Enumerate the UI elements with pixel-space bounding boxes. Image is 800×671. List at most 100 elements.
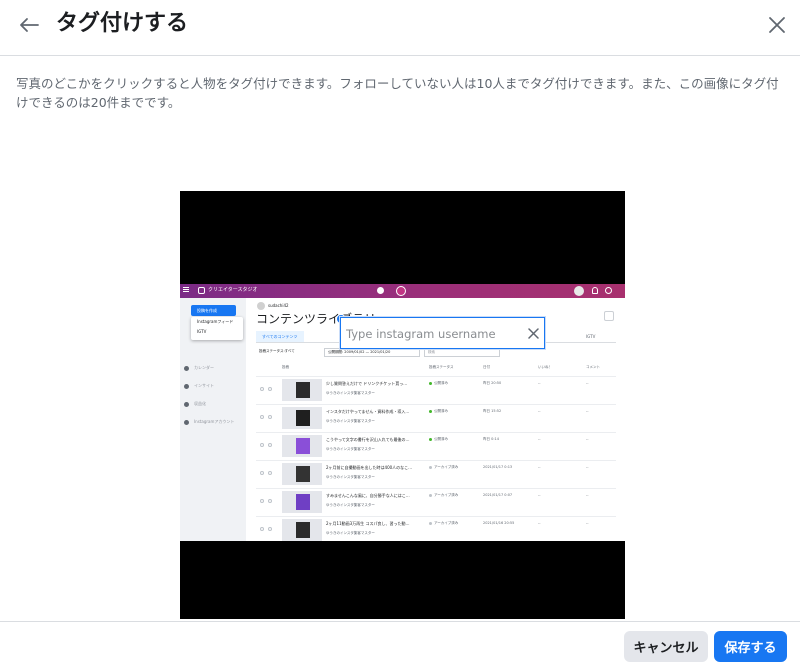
help-icon: [605, 287, 612, 294]
clear-tag-button[interactable]: [527, 327, 540, 340]
post-likes: --: [538, 465, 541, 469]
row-info-icon: [268, 415, 272, 419]
column-header: 投稿: [282, 365, 289, 369]
dialog-header: タグ付けする: [0, 0, 800, 56]
post-thumbnail: [282, 463, 322, 485]
post-comments: --: [586, 437, 589, 441]
column-header: コメント: [586, 365, 600, 369]
post-comments: --: [586, 381, 589, 385]
status-dot: [429, 381, 432, 385]
sidebar-item-calendar: カレンダー: [184, 364, 214, 372]
status-label: アーカイブ済み: [434, 465, 459, 469]
tag-photo[interactable]: クリエイタースタジオ 投稿を作成 Instagramフィード IGTV カレンダ…: [180, 191, 625, 619]
tab-igtv: IGTV: [586, 334, 596, 339]
status-label: アーカイブ済み: [434, 493, 459, 497]
refresh-icon: [604, 311, 614, 321]
date-filter: 公開期間: 2009/01/02 — 2021/01/20: [324, 348, 420, 357]
table-row: すみませんこんな風に、自分勝手な人にはこ… ゆうきのインスタ集客マスター アーカイブ…: [256, 488, 616, 515]
table-row: こうやって文字の書行を沢山入れても最後の… ゆうきのインスタ集客マスター 公開済み 昨…: [256, 432, 616, 459]
post-thumbnail: [282, 491, 322, 513]
row-checkbox: [260, 415, 264, 419]
thumbnail-image: [296, 410, 310, 426]
thumbnail-image: [296, 438, 310, 454]
post-date: 昨日 0:14: [483, 437, 499, 441]
tab-all-content: すべてのコンテンツ: [256, 331, 304, 342]
status-dot: [429, 465, 432, 469]
username-search-input[interactable]: [346, 325, 516, 342]
row-info-icon: [268, 499, 272, 503]
post-likes: --: [538, 409, 541, 413]
post-thumbnail: [282, 519, 322, 541]
sidebar-item-label: インサイト: [194, 383, 214, 388]
post-title: インスタだけやってません・資料作成・導入…: [326, 409, 410, 414]
creator-studio-topbar: クリエイタースタジオ: [180, 284, 625, 298]
status-filter: 投稿ステータス:すべて: [259, 349, 295, 353]
post-likes: --: [538, 521, 541, 525]
post-likes: --: [538, 381, 541, 385]
search-filter: 検索: [424, 348, 500, 357]
post-date: 昨日 15:52: [483, 409, 502, 413]
bell-icon: [592, 287, 598, 294]
post-date: 2021/01/17 0:07: [483, 493, 513, 497]
sidebar-item-monetization: 収益化: [184, 400, 206, 408]
back-button[interactable]: [16, 12, 42, 38]
cancel-button[interactable]: キャンセル: [624, 631, 708, 662]
instagram-icon: [396, 286, 406, 296]
post-thumbnail: [282, 379, 322, 401]
post-status: アーカイブ済み: [429, 465, 458, 470]
thumbnail-image: [296, 522, 310, 538]
sidebar-item-label: 収益化: [194, 401, 206, 406]
post-account: ゆうきのインスタ集客マスター: [326, 391, 375, 395]
status-label: 公開済み: [434, 409, 448, 413]
thumbnail-image: [296, 382, 310, 398]
post-status: 公開済み: [429, 437, 448, 442]
table-row: 2ヶ月11動画3万再生 コスパ良し、習った動… ゆうきのインスタ集客マスター アーカ…: [256, 516, 616, 541]
column-header: 投稿ステータス: [429, 365, 454, 369]
post-comments: --: [586, 521, 589, 525]
thumbnail-image: [296, 494, 310, 510]
arrow-left-icon: [20, 18, 39, 32]
monetization-icon: [184, 401, 189, 407]
post-comments: --: [586, 493, 589, 497]
close-button[interactable]: [764, 12, 790, 38]
post-date: 2021/01/16 20:55: [483, 521, 515, 525]
studio-sidebar: 投稿を作成 Instagramフィード IGTV カレンダー インサイト 収益化…: [180, 298, 246, 541]
row-checkbox: [260, 471, 264, 475]
post-status: アーカイブ済み: [429, 493, 458, 498]
sidebar-item-instagram-account: Instagramアカウント: [184, 418, 234, 426]
post-account: ゆうきのインスタ集客マスター: [326, 503, 375, 507]
row-info-icon: [268, 527, 272, 531]
table-row: 少し質問答えだけで ドリンクチケット貰っ… ゆうきのインスタ集客マスター 公開済み 昨…: [256, 376, 616, 403]
column-header: 日付: [483, 365, 490, 369]
row-info-icon: [268, 471, 272, 475]
menu-icon: [183, 287, 189, 288]
dialog-footer: キャンセル 保存する: [0, 621, 800, 671]
post-likes: --: [538, 493, 541, 497]
post-title: 2ヶ月11動画3万再生 コスパ良し、習った動…: [326, 521, 410, 526]
status-label: アーカイブ済み: [434, 521, 459, 525]
status-dot: [429, 521, 432, 525]
row-checkbox: [260, 499, 264, 503]
post-account: ゆうきのインスタ集客マスター: [326, 531, 375, 535]
close-icon: [769, 17, 785, 33]
topbar-title: クリエイタースタジオ: [208, 287, 258, 293]
dropdown-item-igtv: IGTV: [197, 329, 207, 334]
table-row: 2ヶ月前に自撮動画を出した時は400人のなこ… ゆうきのインスタ集客マスター アーカ…: [256, 460, 616, 487]
insights-icon: [184, 383, 189, 389]
tag-search-box: [340, 317, 545, 349]
post-date: 昨日 20:50: [483, 381, 502, 385]
avatar: [574, 286, 584, 296]
row-info-icon: [268, 443, 272, 447]
post-title: 2ヶ月前に自撮動画を出した時は400人のなこ…: [326, 465, 413, 470]
sidebar-item-label: Instagramアカウント: [194, 419, 235, 424]
sidebar-item-insights: インサイト: [184, 382, 214, 390]
create-post-dropdown: Instagramフィード IGTV: [191, 317, 243, 340]
calendar-icon: [184, 365, 189, 371]
save-button[interactable]: 保存する: [714, 631, 787, 662]
facebook-icon: [377, 287, 384, 294]
post-date: 2021/01/17 0:13: [483, 465, 513, 469]
create-post-button: 投稿を作成: [191, 305, 236, 316]
dialog-title: タグ付けする: [56, 11, 189, 36]
thumbnail-image: [296, 466, 310, 482]
post-comments: --: [586, 409, 589, 413]
